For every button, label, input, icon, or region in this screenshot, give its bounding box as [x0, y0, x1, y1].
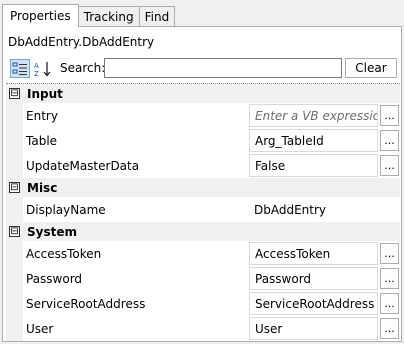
property-name: User [26, 321, 54, 336]
ellipsis-button[interactable]: ... [380, 105, 399, 126]
category-label: System [27, 224, 77, 239]
category-misc[interactable]: ⊟ Misc [6, 178, 400, 197]
tab-properties[interactable]: Properties [2, 4, 79, 27]
categorized-icon [12, 62, 27, 75]
property-value-updatemasterdata[interactable]: False [249, 154, 378, 177]
category-label: Misc [27, 180, 58, 195]
property-name: AccessToken [26, 246, 102, 261]
ellipsis-button[interactable]: ... [380, 243, 399, 264]
property-row-servicerootaddress[interactable]: ServiceRootAddress ServiceRootAddress ..… [6, 291, 400, 316]
ellipsis-button[interactable]: ... [380, 268, 399, 289]
tab-strip: Properties Tracking Find [2, 4, 176, 27]
collapse-icon[interactable]: ⊟ [9, 182, 20, 193]
alphabetical-view-button[interactable]: A Z [33, 59, 53, 78]
properties-panel: DbAddEntry.DbAddEntry A Z Search: Clear [2, 26, 402, 342]
search-label: Search: [60, 61, 106, 75]
clear-button[interactable]: Clear [345, 58, 397, 78]
category-label: Input [27, 86, 63, 101]
ellipsis-button[interactable]: ... [380, 293, 399, 314]
tab-find[interactable]: Find [138, 6, 176, 27]
property-value-user[interactable]: User [249, 317, 378, 340]
property-row-entry[interactable]: Entry Enter a VB expression ... [6, 103, 400, 128]
ellipsis-button[interactable]: ... [380, 318, 399, 339]
property-value-entry[interactable]: Enter a VB expression [249, 104, 378, 127]
categorized-view-button[interactable] [10, 59, 30, 78]
svg-text:A: A [34, 62, 39, 70]
property-value-password[interactable]: Password [249, 267, 378, 290]
collapse-icon[interactable]: ⊟ [9, 88, 20, 99]
property-row-updatemasterdata[interactable]: UpdateMasterData False ... [6, 153, 400, 178]
property-row-password[interactable]: Password Password ... [6, 266, 400, 291]
category-input[interactable]: ⊟ Input [6, 84, 400, 103]
property-value-table[interactable]: Arg_TableId [249, 129, 378, 152]
property-name: Table [26, 133, 58, 148]
property-name: DisplayName [26, 202, 106, 217]
svg-text:Z: Z [34, 70, 39, 77]
selected-object-title: DbAddEntry.DbAddEntry [8, 35, 155, 49]
property-name: UpdateMasterData [26, 158, 140, 173]
property-value-accesstoken[interactable]: AccessToken [249, 242, 378, 265]
search-input[interactable] [104, 58, 342, 78]
properties-toolbar: A Z Search: Clear [6, 58, 400, 80]
tab-tracking[interactable]: Tracking [77, 6, 140, 27]
property-name: Entry [26, 108, 58, 123]
ellipsis-button[interactable]: ... [380, 130, 399, 151]
property-name: Password [26, 271, 83, 286]
category-system[interactable]: ⊟ System [6, 222, 400, 241]
collapse-icon[interactable]: ⊟ [9, 226, 20, 237]
sort-alphabetical-icon: A Z [34, 61, 51, 77]
property-name: ServiceRootAddress [26, 296, 146, 311]
property-row-table[interactable]: Table Arg_TableId ... [6, 128, 400, 153]
property-row-displayname[interactable]: DisplayName DbAddEntry [6, 197, 400, 222]
property-value-servicerootaddress[interactable]: ServiceRootAddress [249, 292, 378, 315]
property-value-displayname[interactable]: DbAddEntry [249, 198, 378, 221]
property-row-accesstoken[interactable]: AccessToken AccessToken ... [6, 241, 400, 266]
property-grid: ⊟ Input Entry Enter a VB expression ... … [6, 83, 400, 341]
ellipsis-button[interactable]: ... [380, 155, 399, 176]
property-row-user[interactable]: User User ... [6, 316, 400, 341]
